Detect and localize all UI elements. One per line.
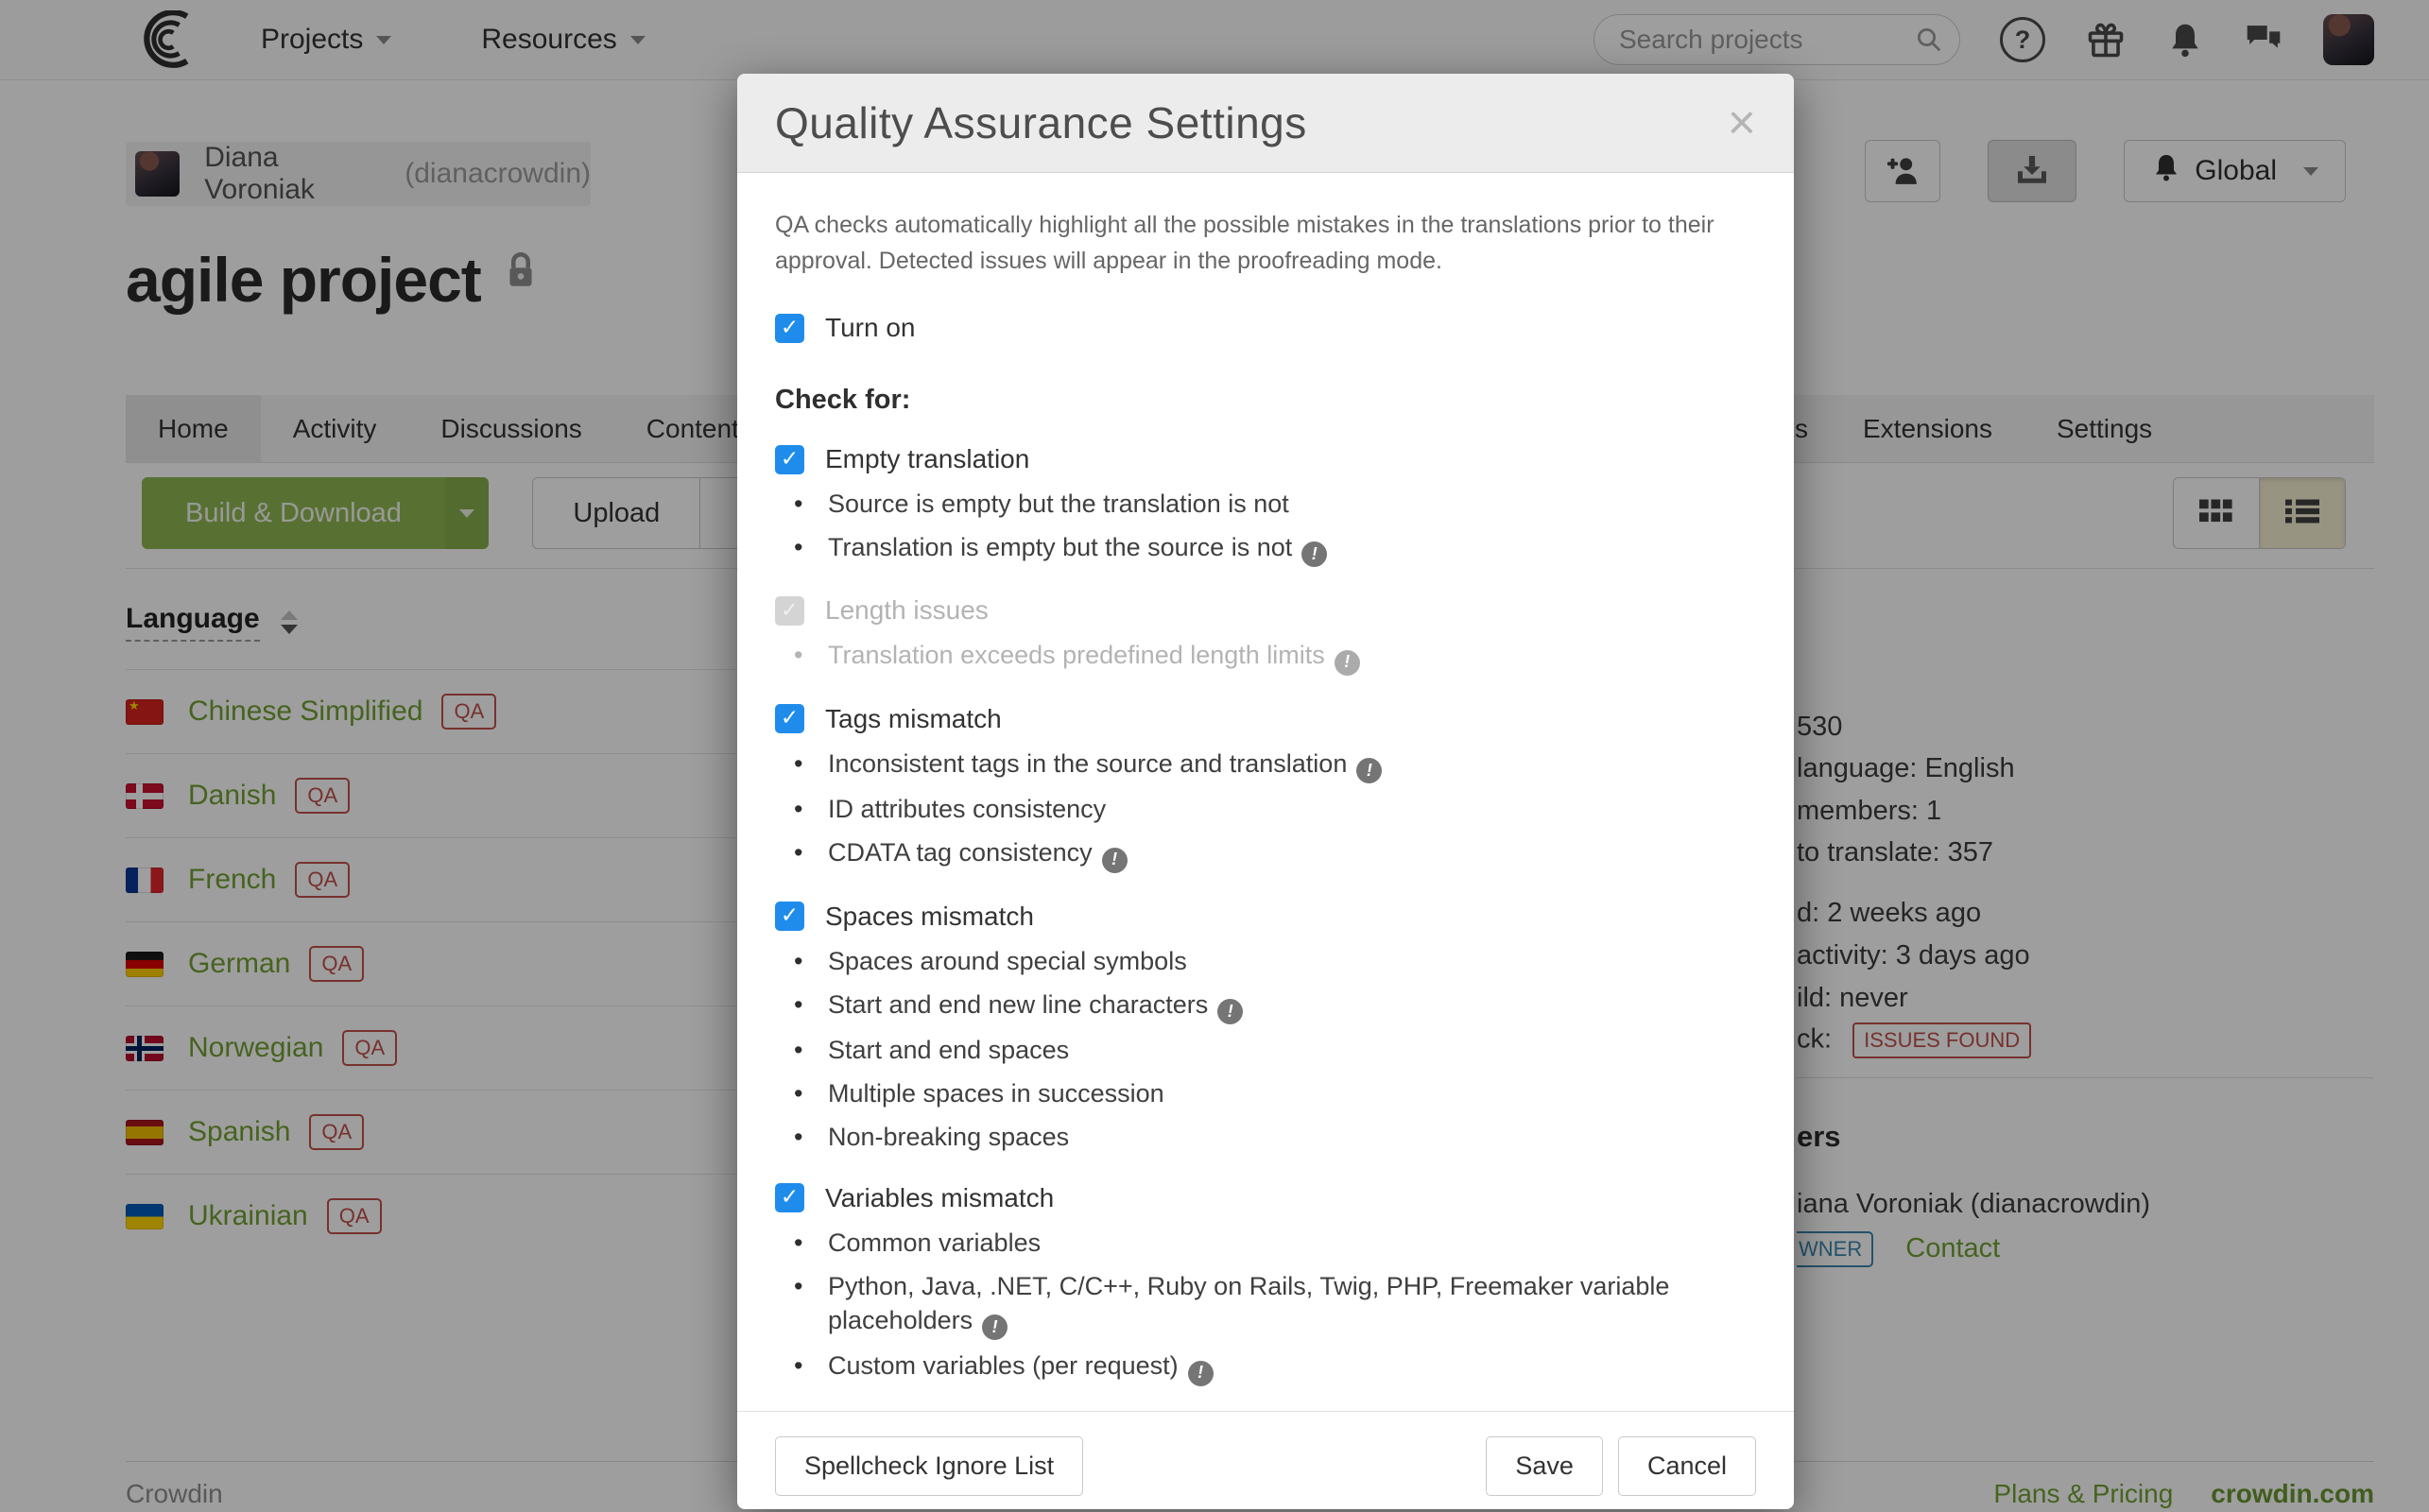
check-for-heading: Check for: xyxy=(775,385,1756,416)
section-empty-translation: ✓ Empty translation Source is empty but … xyxy=(775,444,1756,567)
qa-settings-modal: Quality Assurance Settings × QA checks a… xyxy=(737,74,1794,1509)
section-variables-mismatch: ✓ Variables mismatch Common variables Py… xyxy=(775,1183,1756,1386)
section-checkbox-row: ✓ Length issues xyxy=(775,595,1756,626)
empty-translation-checkbox[interactable]: ✓ xyxy=(775,445,804,474)
section-checkbox-row: ✓ Spaces mismatch xyxy=(775,902,1756,932)
info-icon[interactable]: ! xyxy=(1217,999,1243,1024)
section-label: Tags mismatch xyxy=(825,704,1002,734)
spellcheck-ignore-list-button[interactable]: Spellcheck Ignore List xyxy=(775,1436,1083,1496)
info-icon[interactable]: ! xyxy=(982,1314,1008,1340)
variables-mismatch-checkbox[interactable]: ✓ xyxy=(775,1183,804,1212)
check-item: Translation exceeds predefined length li… xyxy=(775,639,1764,675)
turn-on-checkbox[interactable]: ✓ xyxy=(775,314,804,343)
check-item: Spaces around special symbols xyxy=(775,945,1764,979)
section-length-issues: ✓ Length issues Translation exceeds pred… xyxy=(775,595,1756,675)
check-item: Custom variables (per request)! xyxy=(775,1349,1764,1385)
check-icon: ✓ xyxy=(781,1187,799,1209)
section-checkbox-row: ✓ Empty translation xyxy=(775,444,1756,474)
section-tags-mismatch: ✓ Tags mismatch Inconsistent tags in the… xyxy=(775,704,1756,873)
modal-footer: Spellcheck Ignore List Save Cancel xyxy=(737,1411,1794,1496)
check-item: Source is empty but the translation is n… xyxy=(775,488,1764,522)
turn-on-label: Turn on xyxy=(825,313,915,343)
turn-on-row: ✓ Turn on xyxy=(775,313,1756,343)
check-icon: ✓ xyxy=(781,708,799,730)
check-item: Python, Java, .NET, C/C++, Ruby on Rails… xyxy=(775,1270,1764,1340)
modal-body: QA checks automatically highlight all th… xyxy=(737,207,1794,1386)
check-item: CDATA tag consistency! xyxy=(775,836,1764,872)
check-item: Translation is empty but the source is n… xyxy=(775,531,1764,567)
cancel-button[interactable]: Cancel xyxy=(1618,1436,1756,1496)
qa-description: QA checks automatically highlight all th… xyxy=(775,207,1749,279)
check-icon: ✓ xyxy=(781,449,799,471)
info-icon[interactable]: ! xyxy=(1188,1361,1214,1386)
crowdin-app: Projects Resources ? xyxy=(0,0,2429,1512)
check-icon: ✓ xyxy=(781,905,799,927)
tags-mismatch-checkbox[interactable]: ✓ xyxy=(775,704,804,733)
info-icon[interactable]: ! xyxy=(1301,541,1327,567)
check-item: Inconsistent tags in the source and tran… xyxy=(775,747,1764,783)
check-item: Common variables xyxy=(775,1227,1764,1261)
section-checkbox-row: ✓ Variables mismatch xyxy=(775,1183,1756,1213)
modal-title: Quality Assurance Settings xyxy=(775,97,1307,148)
check-item: Multiple spaces in succession xyxy=(775,1077,1764,1111)
check-item: ID attributes consistency xyxy=(775,793,1764,827)
check-item: Non-breaking spaces xyxy=(775,1121,1764,1155)
section-spaces-mismatch: ✓ Spaces mismatch Spaces around special … xyxy=(775,902,1756,1155)
check-icon: ✓ xyxy=(781,600,799,622)
spaces-mismatch-checkbox[interactable]: ✓ xyxy=(775,902,804,931)
section-label: Length issues xyxy=(825,595,989,626)
info-icon[interactable]: ! xyxy=(1356,758,1382,783)
modal-header: Quality Assurance Settings × xyxy=(737,74,1794,173)
check-item: Start and end new line characters! xyxy=(775,988,1764,1024)
check-icon: ✓ xyxy=(781,318,799,339)
info-icon[interactable]: ! xyxy=(1102,848,1128,873)
modal-footer-right: Save Cancel xyxy=(1486,1436,1756,1496)
close-icon[interactable]: × xyxy=(1728,98,1756,147)
section-label: Empty translation xyxy=(825,444,1029,474)
section-label: Variables mismatch xyxy=(825,1183,1054,1213)
save-button[interactable]: Save xyxy=(1486,1436,1603,1496)
section-checkbox-row: ✓ Tags mismatch xyxy=(775,704,1756,734)
section-label: Spaces mismatch xyxy=(825,902,1034,932)
length-issues-checkbox: ✓ xyxy=(775,596,804,626)
info-icon[interactable]: ! xyxy=(1335,650,1360,676)
check-item: Start and end spaces xyxy=(775,1034,1764,1068)
